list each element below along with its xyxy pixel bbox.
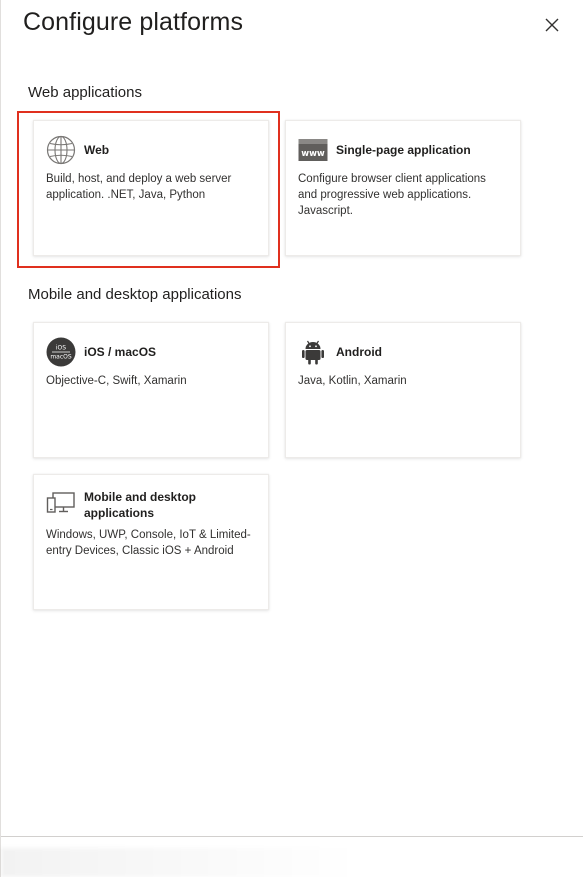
globe-icon xyxy=(46,135,76,165)
card-title: iOS / macOS xyxy=(84,345,157,359)
svg-text:macOS: macOS xyxy=(50,354,72,361)
footer-divider xyxy=(1,836,583,837)
platform-card-android[interactable]: Android Java, Kotlin, Xamarin xyxy=(285,322,521,458)
www-icon: www xyxy=(298,135,328,165)
android-icon xyxy=(298,337,328,367)
card-title: Single-page application xyxy=(336,143,471,157)
svg-text:www: www xyxy=(301,149,325,159)
card-description: Configure browser client applications an… xyxy=(298,173,486,217)
platform-card-ios-macos[interactable]: iOS macOS iOS / macOS Objective-C, Swift… xyxy=(33,322,269,458)
card-description: Build, host, and deploy a web server app… xyxy=(46,173,232,201)
card-description: Java, Kotlin, Xamarin xyxy=(298,375,407,387)
panel-title: Configure platforms xyxy=(23,8,244,36)
platform-card-web[interactable]: Web Build, host, and deploy a web server… xyxy=(33,120,269,256)
ios-macos-icon: iOS macOS xyxy=(46,337,76,367)
configure-platforms-panel: Configure platforms Web applications Web… xyxy=(0,0,583,877)
platform-card-mobile-desktop[interactable]: Mobile and desktop applications Windows,… xyxy=(33,474,269,610)
card-title: Web xyxy=(84,143,110,157)
platform-card-single-page-application[interactable]: www Single-page application Configure br… xyxy=(285,120,521,256)
section-heading-web-applications: Web applications xyxy=(28,84,142,101)
close-button[interactable] xyxy=(539,12,565,38)
svg-text:iOS: iOS xyxy=(56,345,66,352)
card-title: Android xyxy=(336,345,382,359)
section-heading-mobile-desktop: Mobile and desktop applications xyxy=(28,286,242,303)
desktop-icon xyxy=(46,489,76,519)
close-icon xyxy=(545,18,559,32)
footer-area xyxy=(1,848,361,877)
card-title: Mobile and desktop applications xyxy=(84,490,197,520)
card-description: Windows, UWP, Console, IoT & Limited-ent… xyxy=(46,529,251,557)
card-description: Objective-C, Swift, Xamarin xyxy=(46,375,187,387)
